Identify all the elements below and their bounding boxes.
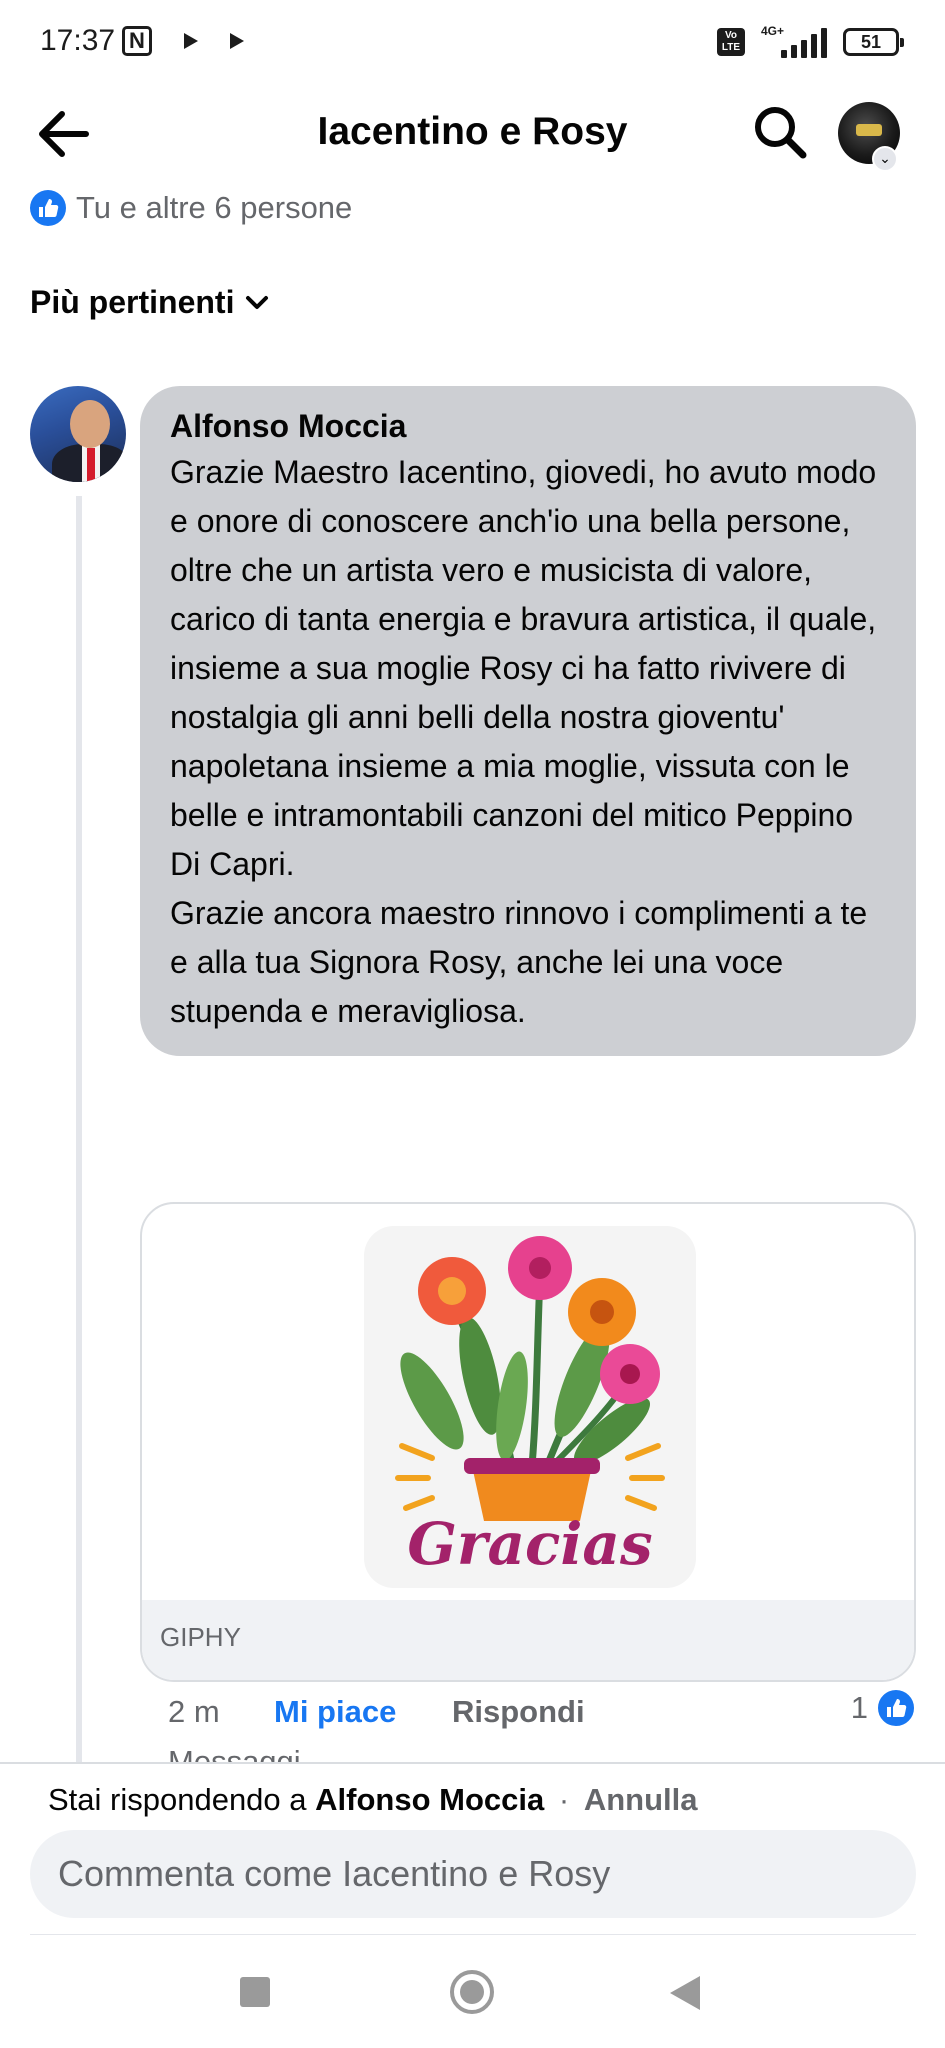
volte-line2: LTE [721, 42, 741, 53]
cutoff-text: Messaggi [168, 1744, 301, 1762]
back-triangle-icon[interactable] [670, 1976, 700, 2010]
search-icon [755, 107, 807, 159]
reactions-text: Tu e altre 6 persone [76, 190, 353, 225]
comment-reactions[interactable]: 1 [851, 1688, 916, 1728]
system-nav-bar [0, 1940, 945, 2048]
cancel-reply-button[interactable]: Annulla [584, 1782, 698, 1817]
sort-dropdown[interactable]: Più pertinenti [30, 284, 270, 321]
avatar-graphic [856, 124, 882, 136]
home-icon[interactable] [450, 1970, 494, 2014]
reactions-summary[interactable]: Tu e altre 6 persone [30, 190, 352, 226]
gif-caption: Gracias [407, 1510, 652, 1578]
status-time: 17:37 [40, 24, 116, 57]
replying-separator: · [558, 1782, 570, 1817]
thumbs-up-icon [30, 190, 66, 226]
network-type: 4G+ [761, 24, 785, 38]
signal-icon: 4G+ [759, 24, 829, 58]
reply-button[interactable]: Rispondi [452, 1694, 585, 1730]
signal-bar [811, 34, 817, 58]
status-left-icons: N [122, 26, 244, 56]
search-button[interactable] [752, 104, 808, 160]
comment-bubble[interactable]: Alfonso Moccia Grazie Maestro Iacentino,… [140, 386, 916, 1056]
thumbs-up-glyph [887, 1699, 907, 1717]
play-icon [184, 33, 198, 49]
recent-apps-icon[interactable] [240, 1977, 270, 2007]
gif-source-label: GIPHY [160, 1622, 241, 1652]
gracias-gif-image: Gracias [364, 1226, 696, 1588]
comment-timestamp[interactable]: 2 m [168, 1694, 220, 1730]
volte-line1: Vo [724, 30, 738, 41]
status-right-icons: Vo LTE 4G+ 51 [717, 24, 904, 58]
comment-author-avatar[interactable] [30, 386, 126, 482]
gif-attachment[interactable]: Gracias GIPHY [140, 1202, 916, 1682]
nfc-icon: N [122, 26, 152, 56]
sort-label: Più pertinenti [30, 284, 235, 320]
replying-to-row: Stai rispondendo a Alfonso Moccia · Annu… [48, 1782, 698, 1818]
divider [30, 1934, 916, 1935]
status-bar: 17:37 N Vo LTE 4G+ 51 [0, 0, 945, 86]
play-icon [230, 33, 244, 49]
thumbs-up-glyph [39, 199, 59, 217]
avatar-face [70, 400, 110, 448]
chevron-down-icon[interactable]: ⌄ [872, 146, 898, 172]
comment-actions: 2 m Mi piace Rispondi 1 [168, 1688, 916, 1744]
thumbs-up-icon [876, 1688, 916, 1728]
thread-line [76, 496, 82, 1766]
comment-text: Grazie Maestro Iacentino, giovedi, ho av… [170, 454, 877, 1029]
replying-name: Alfonso Moccia [315, 1782, 545, 1817]
comment-composer: Stai rispondendo a Alfonso Moccia · Annu… [0, 1762, 945, 1938]
gif-footer: GIPHY [142, 1600, 914, 1680]
top-bar: Iacentino e Rosy ⌄ [0, 86, 945, 182]
like-count: 1 [850, 1690, 868, 1725]
signal-bar [791, 45, 797, 58]
avatar-tie [87, 448, 95, 482]
comment-author-name[interactable]: Alfonso Moccia [170, 404, 886, 448]
volte-icon: Vo LTE [717, 28, 745, 56]
like-button[interactable]: Mi piace [274, 1694, 396, 1730]
comment-input[interactable] [30, 1830, 916, 1918]
chevron-down-icon [246, 295, 269, 309]
replying-prefix: Stai rispondendo a [48, 1782, 307, 1817]
signal-bar [821, 28, 827, 58]
signal-bar [781, 50, 787, 58]
battery-icon: 51 [843, 28, 904, 56]
signal-bar [801, 40, 807, 58]
